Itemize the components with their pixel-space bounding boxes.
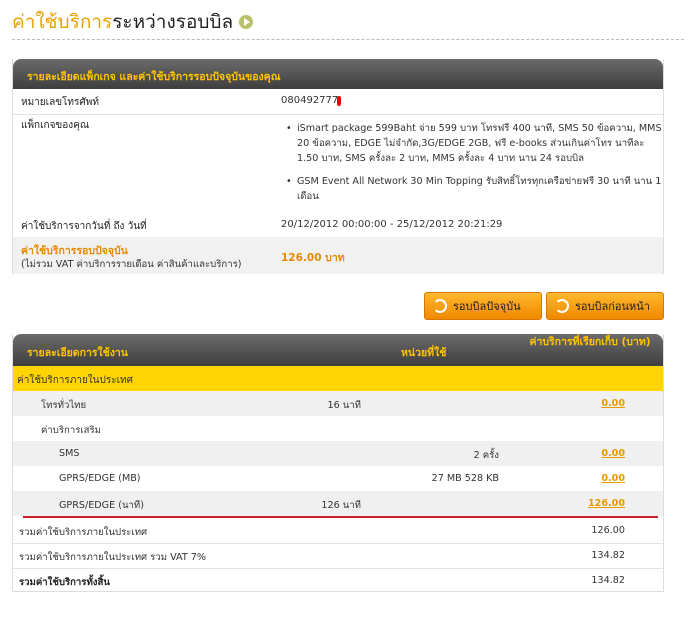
period-label: ค่าใช้บริการจากวันที่ ถึง วันที่ xyxy=(21,221,147,232)
row-qty: 126 นาที xyxy=(321,500,361,511)
previous-cycle-button[interactable]: รอบบิลก่อนหน้า xyxy=(546,292,664,320)
row-amount-link[interactable]: 0.00 xyxy=(601,398,625,409)
current-charge-amount: 126.00 บาท xyxy=(281,252,345,264)
total-row: รวมค่าใช้บริการภายในประเทศ รวม VAT 7% 13… xyxy=(13,543,663,568)
current-charge-row: ค่าใช้บริการรอบปัจจุบัน (ไม่รวม VAT ค่าบ… xyxy=(13,237,663,274)
refresh-icon xyxy=(433,299,447,313)
grand-total-row: รวมค่าใช้บริการทั้งสิ้น 134.82 xyxy=(13,568,663,593)
page-title: ค่าใช้บริการ ระหว่างรอบบิล xyxy=(12,8,254,36)
category-label: ค่าใช้บริการภายในประเทศ xyxy=(17,375,133,386)
table-row: ค่าบริการเสริม xyxy=(13,416,663,441)
row-label: SMS xyxy=(59,448,80,459)
row-amount-link[interactable]: 0.00 xyxy=(601,448,625,459)
row-qty: 27 MB 528 KB xyxy=(431,473,499,484)
row-qty: 2 ครั้ง xyxy=(473,450,499,461)
col-charge: ค่าบริการที่เรียกเก็บ (บาท) xyxy=(529,336,651,348)
grand-total-label: รวมค่าใช้บริการทั้งสิ้น xyxy=(19,577,110,588)
package-panel: รายละเอียดแพ็กเกจ และค่าใช้บริการรอบปัจจ… xyxy=(12,59,664,274)
table-row: GPRS/EDGE (MB) 27 MB 528 KB 0.00 xyxy=(13,466,663,491)
redaction-mark xyxy=(337,96,341,106)
total-label: รวมค่าใช้บริการภายในประเทศ รวม VAT 7% xyxy=(19,552,206,563)
usage-panel: รายละเอียดการใช้งาน หน่วยที่ใช้ ค่าบริกา… xyxy=(12,334,664,592)
package-item: iSmart package 599Baht จ่าย 599 บาท โทรฟ… xyxy=(285,121,665,166)
col-detail: รายละเอียดการใช้งาน xyxy=(27,347,128,359)
package-item: GSM Event All Network 30 Min Topping รับ… xyxy=(285,174,665,204)
title-divider xyxy=(12,39,684,40)
col-unit: หน่วยที่ใช้ xyxy=(401,347,447,359)
total-label: รวมค่าใช้บริการภายในประเทศ xyxy=(19,527,148,538)
row-label: GPRS/EDGE (MB) xyxy=(59,473,141,484)
row-amount-link[interactable]: 0.00 xyxy=(601,473,625,484)
row-label: ค่าบริการเสริม xyxy=(41,425,102,436)
category-row: ค่าใช้บริการภายในประเทศ xyxy=(13,366,663,391)
row-qty: 16 นาที xyxy=(327,400,361,411)
table-row: โทรทั่วไทย 16 นาที 0.00 xyxy=(13,391,663,416)
package-label: แพ็กเกจของคุณ xyxy=(21,120,90,131)
period-value: 20/12/2012 00:00:00 - 25/12/2012 20:21:2… xyxy=(281,219,503,230)
page-title-part1: ค่าใช้บริการ xyxy=(12,11,113,33)
phone-label: หมายเลขโทรศัพท์ xyxy=(21,97,99,108)
grand-total-amount: 134.82 xyxy=(591,575,625,586)
table-row: GPRS/EDGE (นาที) 126 นาที 126.00 xyxy=(13,491,663,516)
row-amount-link[interactable]: 126.00 xyxy=(588,498,625,509)
circle-play-icon[interactable] xyxy=(239,15,254,29)
total-amount: 134.82 xyxy=(591,550,625,561)
phone-value: 080492777 xyxy=(281,95,339,106)
page-title-part2: ระหว่างรอบบิล xyxy=(112,11,234,33)
total-amount: 126.00 xyxy=(591,525,625,536)
previous-cycle-label: รอบบิลก่อนหน้า xyxy=(575,300,650,313)
refresh-icon xyxy=(555,299,569,313)
package-list: iSmart package 599Baht จ่าย 599 บาท โทรฟ… xyxy=(285,121,665,212)
current-cycle-label: รอบบิลปัจจุบัน xyxy=(453,300,521,313)
table-row: SMS 2 ครั้ง 0.00 xyxy=(13,441,663,466)
divider xyxy=(13,114,663,115)
row-label: GPRS/EDGE (นาที) xyxy=(59,500,144,511)
current-cycle-button[interactable]: รอบบิลปัจจุบัน xyxy=(424,292,542,320)
current-charge-note: (ไม่รวม VAT ค่าบริการรายเดือน ค่าสินค้าแ… xyxy=(21,259,242,270)
usage-panel-header: รายละเอียดการใช้งาน หน่วยที่ใช้ ค่าบริกา… xyxy=(13,334,663,366)
total-row: รวมค่าใช้บริการภายในประเทศ 126.00 xyxy=(13,518,663,543)
row-label: โทรทั่วไทย xyxy=(41,400,87,411)
package-panel-header: รายละเอียดแพ็กเกจ และค่าใช้บริการรอบปัจจ… xyxy=(13,59,663,89)
